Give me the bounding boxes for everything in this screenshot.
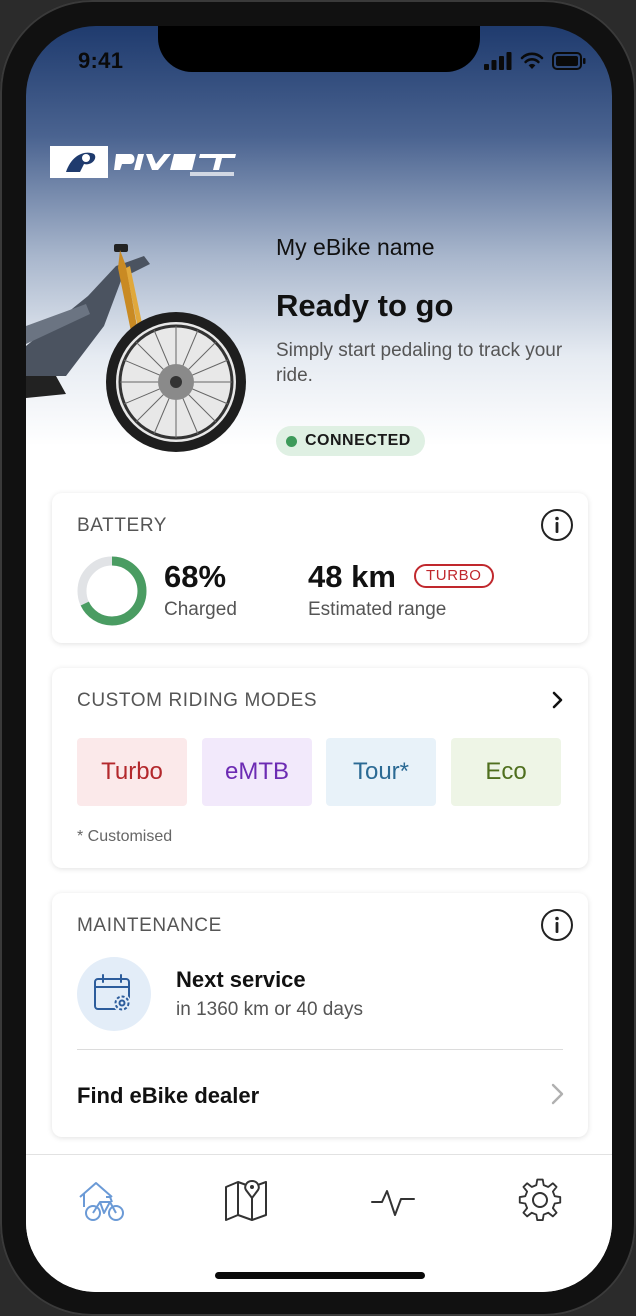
estimated-range-label: Estimated range: [308, 599, 447, 620]
customised-note: * Customised: [77, 828, 173, 845]
find-dealer-link[interactable]: Find eBike dealer: [77, 1083, 259, 1109]
range-mode-badge: TURBO: [414, 564, 494, 588]
ebike-image: [26, 244, 246, 452]
tab-activity-icon[interactable]: [368, 1177, 420, 1223]
battery-percent-label: Charged: [164, 599, 237, 620]
mode-button-turbo[interactable]: Turbo: [77, 738, 187, 806]
mode-button-eco[interactable]: Eco: [451, 738, 561, 806]
tab-settings-gear-icon[interactable]: [514, 1177, 566, 1223]
next-service-detail: in 1360 km or 40 days: [176, 999, 363, 1020]
service-icon-wrap: [77, 957, 151, 1031]
next-service-title: Next service: [176, 967, 306, 992]
battery-ring: [77, 556, 147, 626]
status-icons: [484, 52, 586, 70]
maintenance-info-icon[interactable]: [540, 908, 574, 942]
dealer-chevron-right-icon[interactable]: [550, 1080, 566, 1108]
battery-status-icon: [552, 52, 586, 70]
ride-status-subtitle: Simply start pedaling to track your ride…: [276, 340, 563, 386]
home-indicator[interactable]: [215, 1272, 425, 1279]
battery-title: BATTERY: [77, 515, 168, 536]
tab-home-bike-icon[interactable]: [76, 1177, 128, 1223]
app-screen: 9:41 My eBike name Ready to go Simply st…: [26, 26, 612, 1292]
pivot-logo: [50, 146, 236, 178]
device-notch: [158, 26, 480, 72]
maintenance-title: MAINTENANCE: [77, 915, 222, 936]
riding-modes-card: CUSTOM RIDING MODES Turbo eMTB Tour* Eco…: [52, 668, 588, 868]
mode-button-emtb[interactable]: eMTB: [202, 738, 312, 806]
connected-dot-icon: [286, 435, 297, 447]
maintenance-card: MAINTENANCE Next service in 1360 km or 4…: [52, 893, 588, 1137]
signal-icon: [484, 52, 512, 70]
battery-info-icon[interactable]: [540, 508, 574, 542]
battery-percent: 68%: [164, 559, 227, 594]
connection-label: CONNECTED: [305, 432, 411, 449]
wifi-icon: [520, 52, 544, 69]
chevron-right-icon[interactable]: [550, 688, 566, 712]
bike-name: My eBike name: [276, 234, 435, 260]
phone-frame: 9:41 My eBike name Ready to go Simply st…: [0, 0, 636, 1316]
estimated-range: 48 km: [308, 559, 396, 594]
ride-status: Ready to go: [276, 288, 454, 323]
connection-badge: CONNECTED: [276, 426, 425, 456]
riding-modes-title: CUSTOM RIDING MODES: [77, 690, 318, 711]
battery-card[interactable]: BATTERY 68% Charged 48 km TURBO Estimate…: [52, 493, 588, 643]
maintenance-divider: [77, 1049, 563, 1050]
tab-map-icon[interactable]: [222, 1177, 274, 1223]
mode-button-tour[interactable]: Tour*: [326, 738, 436, 806]
calendar-gear-icon: [94, 974, 131, 1012]
status-time: 9:41: [78, 48, 124, 73]
